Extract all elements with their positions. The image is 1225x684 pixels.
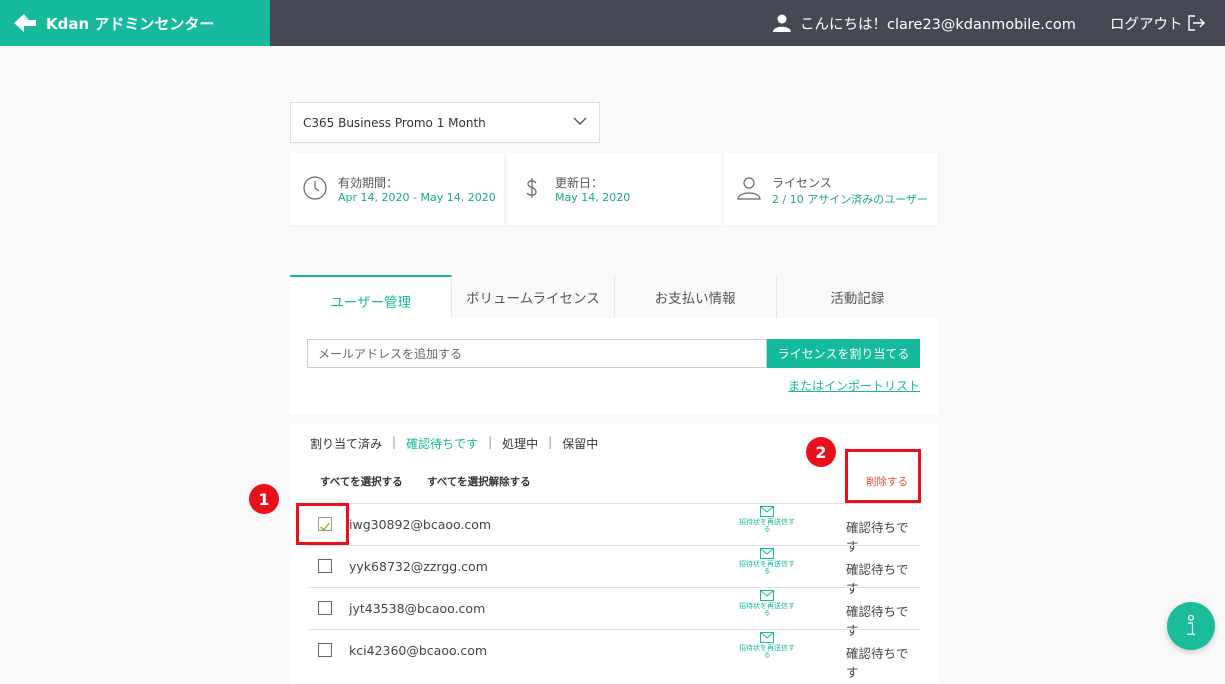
- tab-volume-license[interactable]: ボリュームライセンス: [452, 275, 615, 318]
- row-checkbox[interactable]: [318, 559, 332, 573]
- envelope-icon: [760, 506, 774, 517]
- table-row: jyt43538@bcaoo.com 招待状を再送信する 確認待ちです: [308, 587, 920, 638]
- person-icon: [737, 177, 761, 200]
- filter-separator: |: [488, 435, 493, 449]
- filter-separator: |: [392, 435, 397, 449]
- logout-label: ログアウト: [1110, 16, 1183, 33]
- filter-on-hold[interactable]: 保留中: [562, 435, 598, 452]
- envelope-icon: [760, 590, 774, 601]
- tab-user-management[interactable]: ユーザー管理: [290, 275, 453, 318]
- filter-pending[interactable]: 確認待ちです: [406, 435, 478, 452]
- import-list-link[interactable]: またはインポートリスト: [788, 377, 920, 394]
- resend-label: 招待状を再送信する: [739, 602, 795, 617]
- renewal-value: May 14, 2020: [555, 191, 631, 204]
- greeting: こんにちは！clare23@kdanmobile.com: [772, 0, 1076, 46]
- kdan-logo-icon: [14, 14, 36, 32]
- table-row: iwg30892@bcaoo.com 招待状を再送信する 確認待ちです: [308, 503, 920, 554]
- row-checkbox[interactable]: [318, 643, 332, 657]
- resend-invite-button[interactable]: 招待状を再送信する: [736, 506, 798, 533]
- user-icon: [773, 14, 791, 32]
- plan-select[interactable]: C365 Business Promo 1 Month: [290, 102, 600, 143]
- row-status: 確認待ちです: [846, 646, 909, 680]
- table-row: yyk68732@zzrgg.com 招待状を再送信する 確認待ちです: [308, 545, 920, 596]
- row-email: kci42360@bcaoo.com: [349, 643, 488, 658]
- step-badge-1: 1: [249, 484, 279, 514]
- plan-selected-value: C365 Business Promo 1 Month: [303, 115, 486, 130]
- user-list-panel: 割り当て済み | 確認待ちです | 処理中 | 保留中 すべてを選択する すべて…: [290, 424, 938, 684]
- email-input[interactable]: [307, 339, 767, 368]
- logout-button[interactable]: ログアウト: [1110, 0, 1206, 46]
- row-email: jyt43538@bcaoo.com: [349, 601, 486, 616]
- highlight-delete: [845, 449, 921, 503]
- select-all-button[interactable]: すべてを選択する: [320, 474, 403, 489]
- brand[interactable]: Kdan アドミンセンター: [0, 0, 270, 46]
- top-bar: Kdan アドミンセンター こんにちは！clare23@kdanmobile.c…: [0, 0, 1225, 46]
- help-button[interactable]: [1167, 602, 1215, 650]
- table-row: kci42360@bcaoo.com 招待状を再送信する 確認待ちです: [308, 629, 920, 680]
- tab-payment-info[interactable]: お支払い情報: [614, 275, 777, 318]
- validity-value: Apr 14, 2020 - May 14, 2020: [338, 191, 496, 204]
- add-user-panel: ライセンスを割り当てる またはインポートリスト: [290, 318, 938, 414]
- envelope-icon: [760, 548, 774, 559]
- license-value: 2 / 10 アサイン済みのユーザー: [772, 193, 928, 206]
- status-filters: 割り当て済み | 確認待ちです | 処理中 | 保留中: [310, 435, 598, 452]
- tab-bar: ユーザー管理 ボリュームライセンス お支払い情報 活動記録: [290, 275, 938, 318]
- renewal-card: 更新日： May 14, 2020: [507, 153, 721, 225]
- resend-invite-button[interactable]: 招待状を再送信する: [736, 590, 798, 617]
- resend-label: 招待状を再送信する: [739, 560, 795, 575]
- resend-invite-button[interactable]: 招待状を再送信する: [736, 548, 798, 575]
- greeting-text: こんにちは！clare23@kdanmobile.com: [800, 16, 1076, 33]
- row-email: yyk68732@zzrgg.com: [349, 559, 488, 574]
- filter-processing[interactable]: 処理中: [502, 435, 538, 452]
- info-icon: [1187, 614, 1195, 635]
- tab-activity-log[interactable]: 活動記録: [776, 275, 938, 318]
- license-card: ライセンス 2 / 10 アサイン済みのユーザー: [724, 153, 938, 225]
- envelope-icon: [760, 632, 774, 643]
- assign-license-button[interactable]: ライセンスを割り当てる: [767, 339, 920, 368]
- validity-label: 有効期間：: [338, 176, 399, 190]
- license-label: ライセンス: [772, 176, 832, 190]
- clock-icon: [303, 176, 327, 200]
- highlight-checkbox: [296, 503, 349, 545]
- brand-title: Kdan アドミンセンター: [46, 14, 215, 33]
- resend-invite-button[interactable]: 招待状を再送信する: [736, 632, 798, 659]
- validity-card: 有効期間： Apr 14, 2020 - May 14, 2020: [290, 153, 504, 225]
- row-checkbox[interactable]: [318, 601, 332, 615]
- renewal-label: 更新日：: [555, 176, 604, 190]
- chevron-down-icon: [573, 117, 587, 125]
- resend-label: 招待状を再送信する: [739, 644, 795, 659]
- row-email: iwg30892@bcaoo.com: [349, 517, 492, 532]
- step-badge-2: 2: [806, 437, 836, 467]
- resend-label: 招待状を再送信する: [739, 518, 795, 533]
- deselect-all-button[interactable]: すべてを選択解除する: [427, 474, 531, 489]
- filter-separator: |: [548, 435, 553, 449]
- filter-assigned[interactable]: 割り当て済み: [310, 435, 382, 452]
- logout-icon: [1187, 15, 1205, 31]
- dollar-icon: [526, 178, 537, 198]
